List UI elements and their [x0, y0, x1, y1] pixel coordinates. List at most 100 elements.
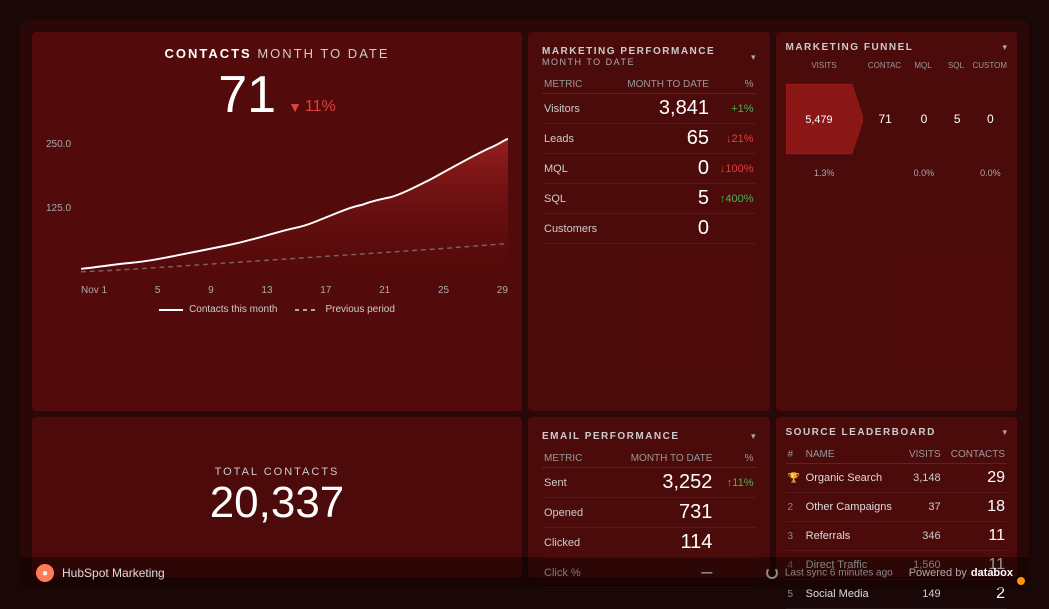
brand-name: HubSpot Marketing: [62, 566, 165, 580]
marketing-funnel-panel: MARKETING FUNNEL ▾ VISITS CONTAC MQL SQL…: [776, 32, 1018, 411]
email-metric-2: Clicked: [542, 528, 600, 558]
source-contacts-1: 18: [943, 493, 1007, 522]
mktg-metric-2: MQL: [542, 154, 610, 184]
y-label-top: 250.0: [46, 139, 71, 150]
funnel-arrow-svg: 5,479: [786, 74, 864, 164]
source-num-2: 3: [786, 522, 804, 551]
funnel-header-4: CUSTOM: [972, 61, 1007, 70]
source-visits-0: 3,148: [903, 464, 942, 493]
funnel-panel-header: MARKETING FUNNEL ▾: [786, 42, 1008, 53]
mktg-row-4: Customers 0: [542, 214, 756, 244]
legend-previous-period: Previous period: [295, 304, 394, 315]
mktg-col-metric: Metric: [542, 76, 610, 94]
source-visits-2: 346: [903, 522, 942, 551]
bottom-right: Last sync 6 minutes ago Powered by datab…: [766, 567, 1013, 579]
legend-line-solid: [159, 309, 183, 311]
source-dropdown[interactable]: ▾: [1002, 427, 1007, 438]
mktg-pct-1: ↓21%: [711, 124, 756, 154]
funnel-viz: VISITS CONTAC MQL SQL CUSTOM 5,479: [786, 61, 1008, 178]
source-visits-1: 37: [903, 493, 942, 522]
email-pct-0: ↑11%: [714, 468, 755, 498]
hubspot-icon: ●: [36, 564, 54, 582]
down-arrow-icon: ▼: [288, 99, 302, 115]
funnel-header-2: MQL: [906, 61, 939, 70]
funnel-pct-4: 0.0%: [974, 168, 1007, 178]
funnel-val-2: 0: [921, 112, 928, 126]
mktg-row-0: Visitors 3,841 +1%: [542, 94, 756, 124]
sync-icon: [766, 567, 778, 579]
email-metric-1: Opened: [542, 498, 600, 528]
bottom-left: ● HubSpot Marketing: [36, 564, 165, 582]
svg-text:5,479: 5,479: [805, 114, 832, 126]
mktg-row-3: SQL 5 ↑400%: [542, 184, 756, 214]
email-metric-0: Sent: [542, 468, 600, 498]
funnel-title: MARKETING FUNNEL: [786, 42, 914, 53]
source-panel-header: SOURCE LEADERBOARD ▾: [786, 427, 1008, 438]
mktg-dropdown[interactable]: ▾: [751, 52, 756, 63]
email-panel-header: EMAIL PERFORMANCE ▾: [542, 431, 756, 442]
x-label-7: 29: [497, 285, 508, 296]
total-contacts-value: 20,337: [210, 478, 345, 528]
funnel-dropdown[interactable]: ▾: [1002, 42, 1007, 53]
legend-contacts-month: Contacts this month: [159, 304, 277, 315]
dashboard: CONTACTS MONTH TO DATE 71 ▼ 11% 250.0 12…: [20, 20, 1029, 589]
mktg-col-mtd: Month to date: [610, 76, 711, 94]
funnel-val-4: 0: [987, 112, 994, 126]
source-row-1: 2 Other Campaigns 37 18: [786, 493, 1008, 522]
email-row-1: Opened 731: [542, 498, 756, 528]
source-contacts-2: 11: [943, 522, 1007, 551]
funnel-header-0: VISITS: [786, 61, 863, 70]
total-contacts-panel: TOTAL CONTACTS 20,337: [32, 417, 522, 577]
mktg-panel-header: MARKETING PERFORMANCE MONTH TO DATE ▾: [542, 46, 756, 68]
total-contacts-label: TOTAL CONTACTS: [215, 466, 340, 478]
mktg-pct-4: [711, 214, 756, 244]
contacts-main-value: 71 ▼ 11%: [46, 65, 508, 125]
x-label-6: 25: [438, 285, 449, 296]
email-pct-2: [714, 528, 755, 558]
mktg-pct-3: ↑400%: [711, 184, 756, 214]
chart-area: 250.0 125.0: [46, 131, 508, 296]
source-leaderboard-panel: SOURCE LEADERBOARD ▾ # NAME VISITS CONTA…: [776, 417, 1018, 577]
funnel-pct-0: 1.3%: [786, 168, 864, 178]
source-col-contacts: CONTACTS: [943, 446, 1007, 464]
marketing-performance-panel: MARKETING PERFORMANCE MONTH TO DATE ▾ Me…: [528, 32, 770, 411]
source-col-visits: VISITS: [903, 446, 942, 464]
funnel-val-1: 71: [879, 112, 892, 126]
email-col-mtd: Month to date: [600, 450, 715, 468]
mktg-title: MARKETING PERFORMANCE MONTH TO DATE: [542, 46, 751, 68]
email-performance-panel: EMAIL PERFORMANCE ▾ Metric Month to date…: [528, 417, 770, 577]
source-name-1: Other Campaigns: [804, 493, 904, 522]
email-value-1: 731: [600, 498, 715, 528]
email-row-2: Clicked 114: [542, 528, 756, 558]
source-num-0: 🏆: [786, 464, 804, 493]
email-value-0: 3,252: [600, 468, 715, 498]
mktg-pct-2: ↓100%: [711, 154, 756, 184]
source-row-2: 3 Referrals 346 11: [786, 522, 1008, 551]
databox-logo: Powered by databox: [909, 567, 1013, 579]
funnel-val-3: 5: [954, 112, 961, 126]
x-label-4: 17: [320, 285, 331, 296]
chart-legend: Contacts this month Previous period: [46, 304, 508, 315]
email-row-0: Sent 3,252 ↑11%: [542, 468, 756, 498]
email-title: EMAIL PERFORMANCE: [542, 431, 680, 442]
contacts-chart-panel: CONTACTS MONTH TO DATE 71 ▼ 11% 250.0 12…: [32, 32, 522, 411]
mktg-table: Metric Month to date % Visitors 3,841 +1…: [542, 76, 756, 244]
orange-dot: [1017, 577, 1025, 585]
mktg-metric-0: Visitors: [542, 94, 610, 124]
bottom-bar: ● HubSpot Marketing Last sync 6 minutes …: [20, 557, 1029, 589]
mktg-value-0: 3,841: [610, 94, 711, 124]
mktg-value-2: 0: [610, 154, 711, 184]
x-label-5: 21: [379, 285, 390, 296]
x-label-3: 13: [261, 285, 272, 296]
mktg-value-1: 65: [610, 124, 711, 154]
sync-status: Last sync 6 minutes ago: [766, 567, 893, 579]
x-label-2: 9: [208, 285, 214, 296]
mktg-metric-1: Leads: [542, 124, 610, 154]
source-col-num: #: [786, 446, 804, 464]
mktg-row-1: Leads 65 ↓21%: [542, 124, 756, 154]
email-dropdown[interactable]: ▾: [751, 431, 756, 442]
funnel-header-3: SQL: [939, 61, 972, 70]
contacts-panel-title: CONTACTS MONTH TO DATE: [46, 46, 508, 61]
contacts-change: ▼ 11%: [288, 98, 336, 116]
email-pct-1: [714, 498, 755, 528]
